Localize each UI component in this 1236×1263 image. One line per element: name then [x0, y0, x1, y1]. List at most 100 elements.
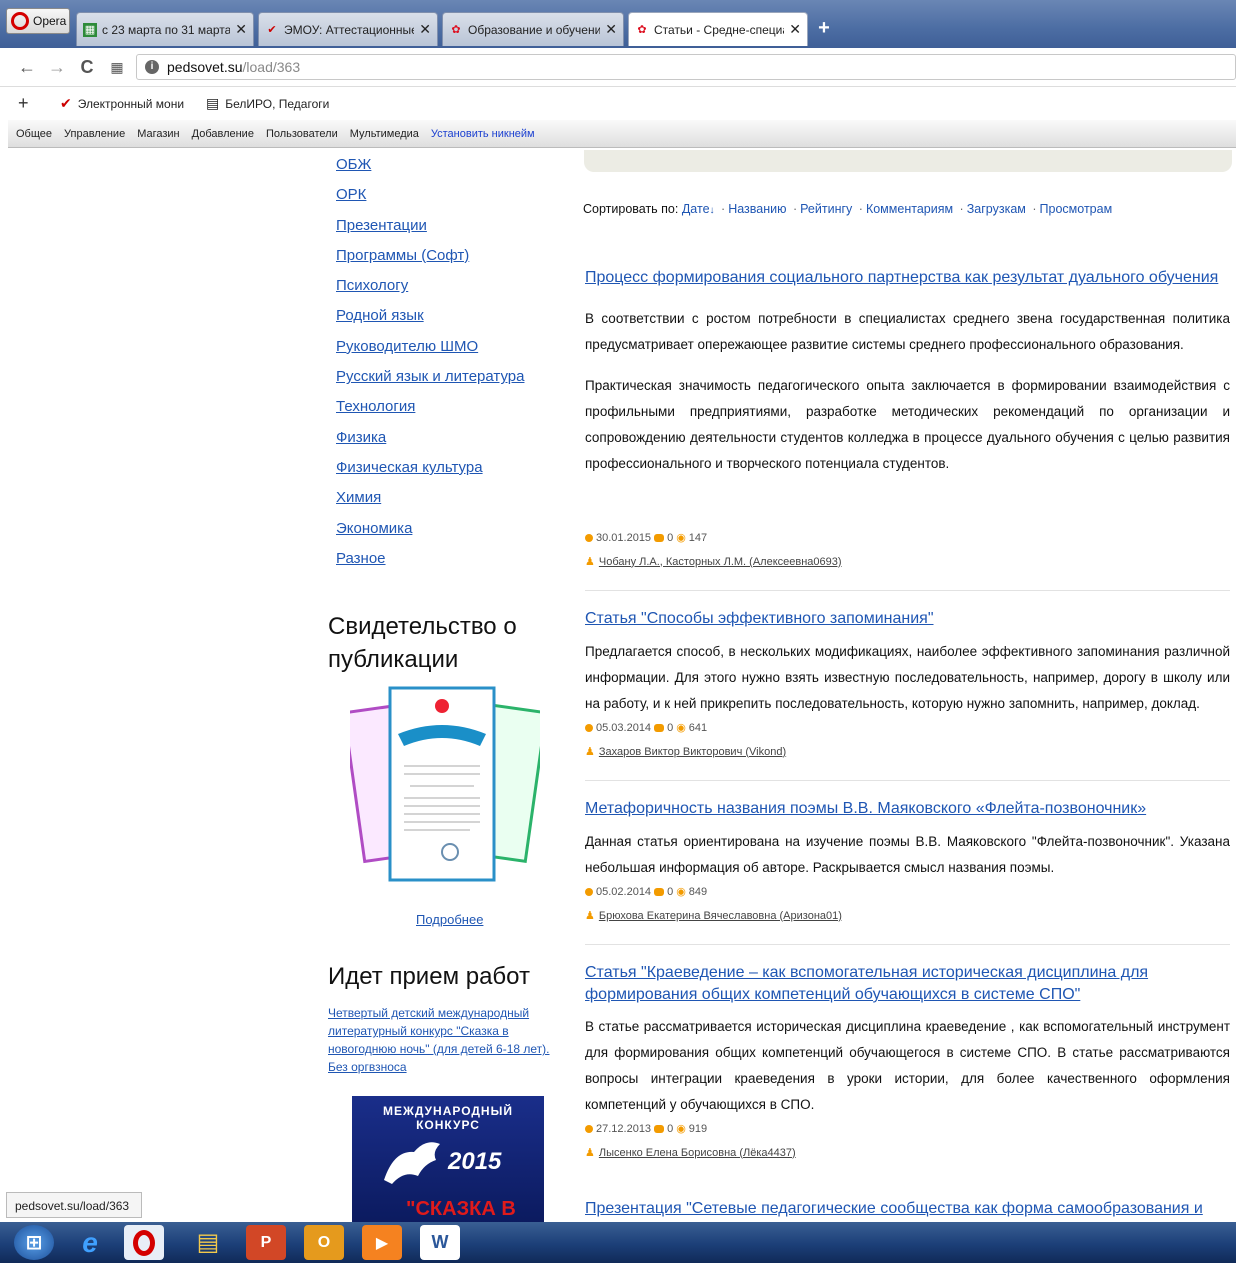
sort-by-comments[interactable]: Комментариям — [866, 202, 953, 216]
admin-menu-add[interactable]: Добавление — [192, 128, 254, 140]
category-link[interactable]: Технология — [336, 392, 556, 422]
windows-start-icon[interactable]: ⊞ — [14, 1225, 54, 1260]
category-link[interactable]: Физика — [336, 423, 556, 453]
user-icon: ♟ — [585, 1147, 595, 1159]
admin-menu-general[interactable]: Общее — [16, 128, 52, 140]
divider — [585, 944, 1230, 945]
file-explorer-icon[interactable]: ▤ — [188, 1225, 228, 1260]
entry-views: 641 — [688, 721, 708, 734]
nav-bar: ← → C ▦ i pedsovet.su /load/363 — [0, 48, 1236, 87]
contest-banner[interactable]: МЕЖДУНАРОДНЫЙ КОНКУРС 2015 "СКАЗКА В — [352, 1096, 544, 1226]
tab-2[interactable]: ✔ ЭМОУ: Аттестационные ✕ — [258, 12, 438, 46]
word-icon[interactable]: W — [420, 1225, 460, 1260]
entry-title[interactable]: Презентация "Сетевые педагогические сооб… — [585, 1198, 1225, 1220]
admin-menu-media[interactable]: Мультимедиа — [350, 128, 419, 140]
checkmark-icon: ✔ — [267, 24, 277, 36]
author-link[interactable]: Брюхова Екатерина Вячеславовна (Аризона0… — [599, 910, 842, 922]
entry-title[interactable]: Статья "Краеведение – как вспомогательна… — [585, 962, 1225, 1006]
category-link[interactable]: ОРК — [336, 180, 556, 210]
entry-comments: 0 — [667, 721, 674, 734]
category-link[interactable]: Разное — [336, 544, 556, 574]
url-domain: pedsovet.su — [167, 59, 243, 75]
author-link[interactable]: Лысенко Елена Борисовна (Лёка4437) — [599, 1147, 796, 1159]
new-tab-button[interactable]: + — [812, 18, 836, 40]
sort-arrow-icon: ↓ — [709, 205, 715, 216]
info-icon[interactable]: i — [145, 60, 159, 74]
tab-title: с 23 марта по 31 марта 2 — [102, 22, 231, 37]
divider — [585, 590, 1230, 591]
admin-menu-manage[interactable]: Управление — [64, 128, 125, 140]
address-bar[interactable]: i pedsovet.su /load/363 — [136, 54, 1236, 80]
author-link[interactable]: Захаров Виктор Викторович (Vikond) — [599, 746, 786, 758]
entry-meta: 27.12.2013 0 ◉ 919 — [585, 1122, 707, 1135]
speed-dial-icon[interactable]: ▦ — [106, 56, 128, 78]
opera-logo-icon — [11, 12, 29, 30]
clock-icon — [585, 533, 593, 542]
add-bookmark-icon[interactable]: + — [18, 93, 29, 114]
sort-by-date[interactable]: Дате — [682, 202, 710, 216]
sort-by-views[interactable]: Просмотрам — [1040, 202, 1113, 216]
category-link[interactable]: Химия — [336, 483, 556, 513]
entry-title[interactable]: Процесс формирования социального партнер… — [585, 267, 1225, 289]
entry-title[interactable]: Метафоричность названия поэмы В.В. Маяко… — [585, 798, 1225, 820]
category-link[interactable]: Русский язык и литература — [336, 362, 556, 392]
checkmark-icon: ✔ — [60, 95, 72, 111]
entry-views: 919 — [688, 1122, 708, 1135]
entry-title[interactable]: Статья "Способы эффективного запоминания… — [585, 608, 1225, 630]
category-link[interactable]: Руководителю ШМО — [336, 332, 556, 362]
tab-title: Статьи - Средне-специал — [654, 22, 785, 37]
back-arrow-icon[interactable]: ← — [16, 56, 38, 78]
clock-icon — [585, 1124, 593, 1133]
url-path: /load/363 — [242, 59, 301, 75]
category-link[interactable]: ОБЖ — [336, 150, 556, 180]
bookmarks-bar: + ✔ Электронный мони ▤ БелИРО, Педагоги — [0, 87, 1236, 119]
close-icon[interactable]: ✕ — [419, 21, 431, 38]
sort-by-rating[interactable]: Рейтингу — [800, 202, 852, 216]
category-link[interactable]: Психологу — [336, 271, 556, 301]
certificate-image[interactable] — [350, 686, 540, 886]
bookmark-1[interactable]: ✔ Электронный мони — [60, 95, 184, 112]
close-icon[interactable]: ✕ — [605, 21, 617, 38]
user-icon: ♟ — [585, 910, 595, 922]
comment-icon — [654, 723, 665, 732]
reload-icon[interactable]: C — [76, 56, 98, 78]
contest-link[interactable]: Четвертый детский международный литерату… — [328, 1004, 568, 1076]
outlook-icon[interactable]: O — [304, 1225, 344, 1260]
tab-4-active[interactable]: ✿ Статьи - Средне-специал ✕ — [628, 12, 808, 46]
flower-icon: ✿ — [637, 24, 647, 36]
close-icon[interactable]: ✕ — [235, 21, 247, 38]
comment-icon — [654, 1124, 665, 1133]
bookmark-2[interactable]: ▤ БелИРО, Педагоги — [206, 95, 329, 112]
category-link[interactable]: Программы (Софт) — [336, 241, 556, 271]
opera-menu-button[interactable]: Opera — [6, 8, 70, 34]
entry-date: 30.01.2015 — [596, 531, 652, 544]
eye-icon: ◉ — [676, 532, 686, 544]
close-icon[interactable]: ✕ — [789, 21, 801, 38]
category-link[interactable]: Презентации — [336, 211, 556, 241]
certificate-heading: Свидетельство о публикации — [328, 610, 517, 676]
admin-menu-users[interactable]: Пользователи — [266, 128, 338, 140]
author-link[interactable]: Чобану Л.А., Касторных Л.М. (Алексеевна0… — [599, 556, 842, 568]
entry-author: ♟ Захаров Виктор Викторович (Vikond) — [585, 745, 786, 759]
certificate-more-link[interactable]: Подробнее — [416, 912, 483, 927]
tab-1[interactable]: ▦ с 23 марта по 31 марта 2 ✕ — [76, 12, 254, 46]
admin-menu-shop[interactable]: Магазин — [137, 128, 179, 140]
category-link[interactable]: Физическая культура — [336, 453, 556, 483]
category-link[interactable]: Экономика — [336, 514, 556, 544]
opera-icon[interactable] — [124, 1225, 164, 1260]
tab-3[interactable]: ✿ Образование и обучени ✕ — [442, 12, 624, 46]
category-link[interactable]: Родной язык — [336, 301, 556, 331]
powerpoint-icon[interactable]: P — [246, 1225, 286, 1260]
internet-explorer-icon[interactable]: e — [70, 1225, 110, 1260]
top-panel — [584, 150, 1232, 172]
sort-by-name[interactable]: Названию — [728, 202, 786, 216]
set-nickname-link[interactable]: Установить никнейм — [431, 128, 535, 140]
sort-by-downloads[interactable]: Загрузкам — [967, 202, 1026, 216]
media-player-icon[interactable]: ▶ — [362, 1225, 402, 1260]
eye-icon: ◉ — [676, 722, 686, 734]
divider — [585, 780, 1230, 781]
entry-meta: 30.01.2015 0 ◉ 147 — [585, 531, 707, 544]
forward-arrow-icon[interactable]: → — [46, 56, 68, 78]
comment-icon — [654, 533, 665, 542]
entry-date: 05.02.2014 — [596, 885, 652, 898]
